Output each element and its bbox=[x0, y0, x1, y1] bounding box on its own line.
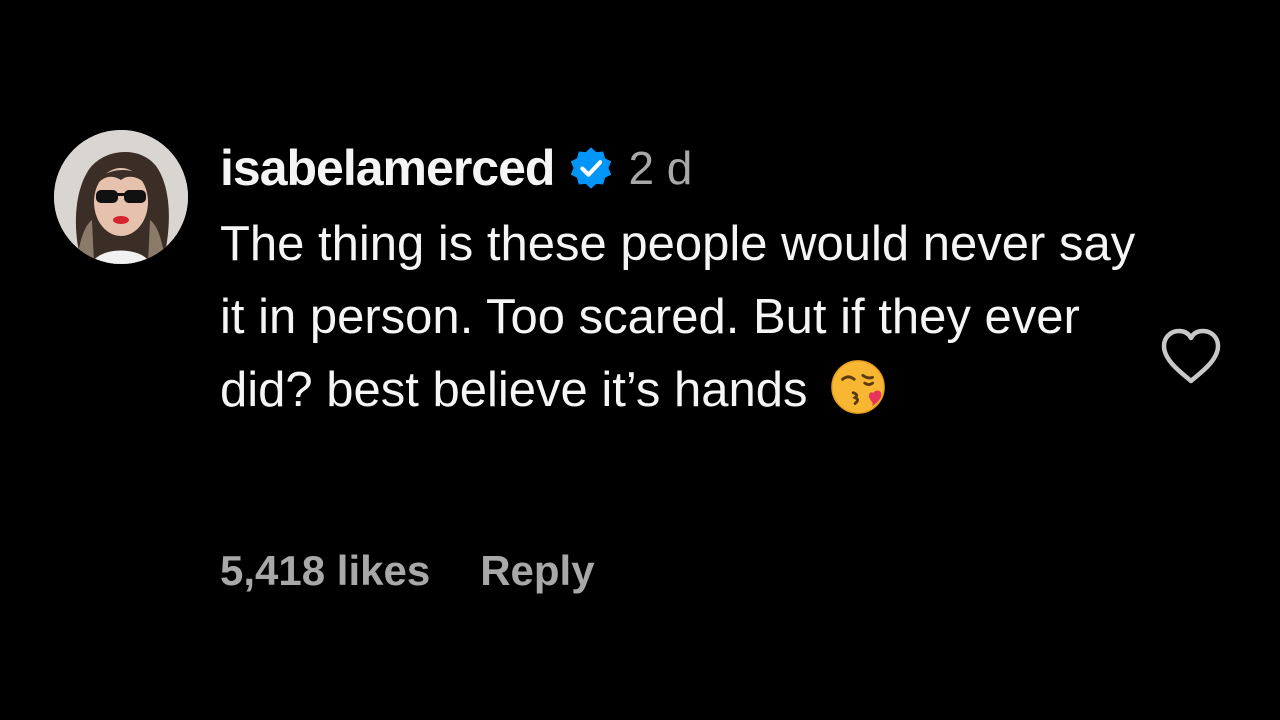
avatar[interactable] bbox=[54, 130, 188, 264]
username[interactable]: isabelamerced bbox=[220, 139, 555, 197]
verified-badge-icon bbox=[568, 145, 614, 191]
likes-count[interactable]: 5,418 likes bbox=[220, 547, 430, 595]
reply-button[interactable]: Reply bbox=[480, 547, 594, 595]
comment-text: The thing is these people would never sa… bbox=[220, 217, 1136, 417]
comment-body: isabelamerced 2 d The thing is these peo… bbox=[220, 138, 1160, 427]
comment: isabelamerced 2 d The thing is these peo… bbox=[0, 0, 1280, 720]
comment-footer: 5,418 likes Reply bbox=[220, 540, 595, 602]
heart-outline-icon[interactable] bbox=[1158, 326, 1224, 386]
timestamp: 2 d bbox=[628, 142, 693, 194]
face-blowing-kiss-emoji bbox=[830, 358, 888, 416]
comment-text-container: The thing is these people would never sa… bbox=[220, 208, 1160, 427]
avatar-image bbox=[54, 130, 188, 264]
comment-header: isabelamerced 2 d bbox=[220, 138, 1160, 198]
